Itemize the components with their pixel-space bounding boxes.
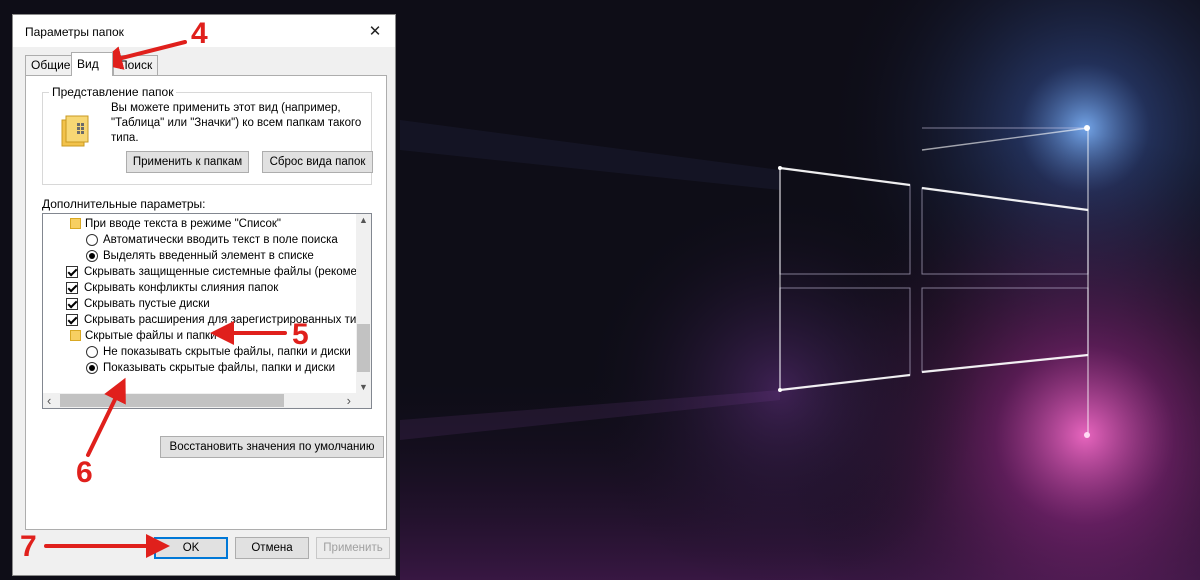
annotation-arrows: [44, 40, 287, 558]
annotation-step-4: 4: [191, 17, 208, 50]
annotation-step-7: 7: [20, 530, 37, 563]
annotation-step-5: 5: [292, 318, 309, 351]
tab-view[interactable]: Вид: [71, 52, 113, 76]
annotation-step-6: 6: [76, 456, 93, 489]
arrow-step6: [86, 377, 126, 457]
arrow-step4: [98, 40, 187, 70]
